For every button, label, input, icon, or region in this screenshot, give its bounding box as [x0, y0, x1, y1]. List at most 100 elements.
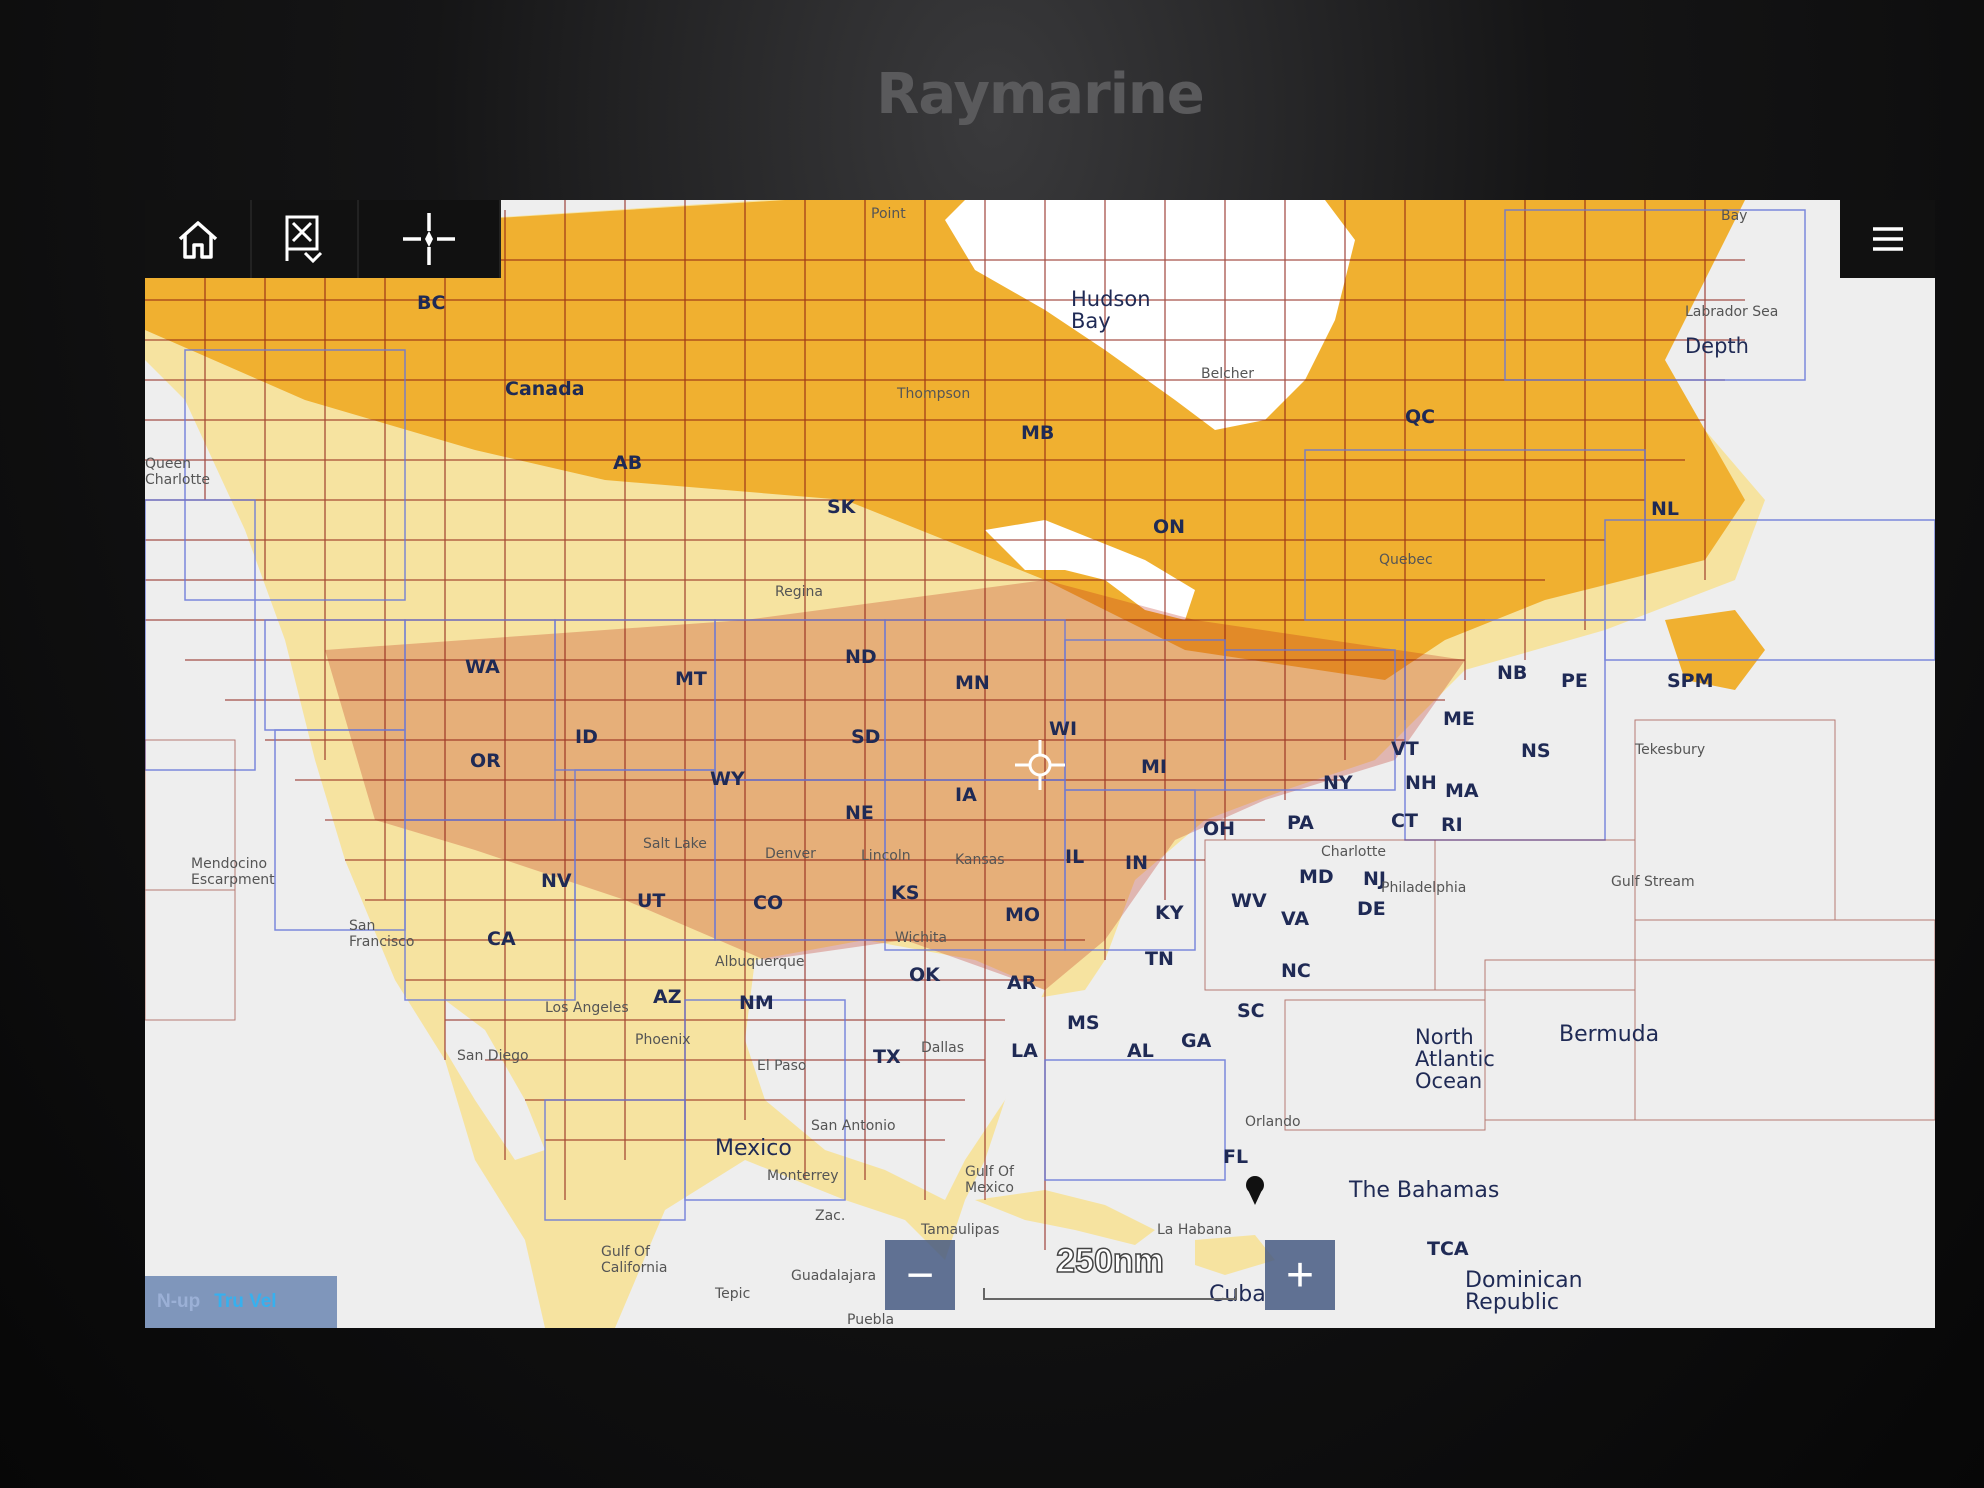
- label-nb: NB: [1497, 662, 1528, 684]
- label-bay: Bay: [1721, 208, 1748, 224]
- menu-button[interactable]: [1840, 200, 1935, 278]
- waypoint-icon: [285, 215, 322, 264]
- label-mi: MI: [1141, 756, 1167, 778]
- label-san-francisco: San Francisco: [349, 918, 415, 950]
- label-ne: NE: [845, 802, 874, 824]
- home-button[interactable]: [145, 200, 252, 278]
- label-orlando: Orlando: [1245, 1114, 1301, 1130]
- label-gulf-stream: Gulf Stream: [1611, 874, 1695, 890]
- label-me: ME: [1443, 708, 1475, 730]
- label-il: IL: [1065, 846, 1085, 868]
- label-wv: WV: [1231, 890, 1267, 912]
- label-ky: KY: [1155, 902, 1184, 924]
- label-gulf-of-california: Gulf Of California: [601, 1244, 668, 1276]
- label-pe: PE: [1561, 670, 1588, 692]
- label-albuquerque: Albuquerque: [715, 954, 805, 970]
- orientation-mode-box[interactable]: N-up Tru Vel: [145, 1276, 337, 1328]
- label-tekesbury: Tekesbury: [1635, 742, 1706, 758]
- label-bc: BC: [417, 292, 446, 314]
- label-point: Point: [871, 206, 906, 222]
- label-tepic: Tepic: [715, 1286, 751, 1302]
- crosshair-icon: [403, 213, 455, 265]
- label-salt-lake: Salt Lake: [643, 836, 707, 852]
- label-ct: CT: [1391, 810, 1418, 832]
- label-on: ON: [1153, 516, 1186, 538]
- label-la: LA: [1011, 1040, 1038, 1062]
- label-dominican-republic: Dominican Republic: [1465, 1268, 1583, 1315]
- label-nh: NH: [1405, 772, 1437, 794]
- label-nc: NC: [1281, 960, 1311, 982]
- label-san-diego: San Diego: [457, 1048, 529, 1064]
- label-fl: FL: [1223, 1146, 1249, 1168]
- label-kansas: Kansas: [955, 852, 1005, 868]
- label-denver: Denver: [765, 846, 816, 862]
- label-qc: QC: [1405, 406, 1436, 428]
- label-al: AL: [1127, 1040, 1154, 1062]
- label-sk: SK: [827, 496, 856, 518]
- menu-icon: [1872, 227, 1903, 251]
- zoom-control: − 250nm +: [885, 1240, 1335, 1310]
- label-az: AZ: [653, 986, 682, 1008]
- label-la-habana: La Habana: [1157, 1222, 1232, 1238]
- label-ms: MS: [1067, 1012, 1100, 1034]
- label-vt: VT: [1391, 738, 1419, 760]
- label-ca: CA: [487, 928, 516, 950]
- label-mt: MT: [675, 668, 707, 690]
- label-bahamas: The Bahamas: [1349, 1178, 1500, 1203]
- home-icon: [178, 221, 217, 259]
- label-nd: ND: [845, 646, 877, 668]
- zoom-out-button[interactable]: −: [885, 1240, 955, 1310]
- label-wi: WI: [1049, 718, 1078, 740]
- label-md: MD: [1299, 866, 1334, 888]
- label-mexico: Mexico: [715, 1136, 792, 1161]
- label-in: IN: [1125, 852, 1148, 874]
- label-ab: AB: [613, 452, 643, 474]
- label-ma: MA: [1445, 780, 1479, 802]
- goto-cursor-button[interactable]: [359, 200, 501, 278]
- label-belcher: Belcher: [1201, 366, 1255, 382]
- label-oh: OH: [1203, 818, 1236, 840]
- label-gulf-of-mexico: Gulf Of Mexico: [965, 1164, 1014, 1196]
- motion-mode: Tru Vel: [214, 1291, 277, 1312]
- brand-logo: Raymarine: [876, 62, 1205, 127]
- label-phoenix: Phoenix: [635, 1032, 691, 1048]
- scale-indicator: 250nm: [955, 1240, 1265, 1310]
- label-regina: Regina: [775, 584, 823, 600]
- top-toolbar: [145, 200, 501, 278]
- orientation-mode: N-up: [157, 1291, 201, 1312]
- label-co: CO: [753, 892, 784, 914]
- label-wa: WA: [465, 656, 500, 678]
- label-mn: MN: [955, 672, 990, 694]
- chart-map[interactable]: [145, 200, 1935, 1328]
- label-tx: TX: [873, 1046, 901, 1068]
- label-guadalajara: Guadalajara: [791, 1268, 877, 1284]
- scale-label: 250nm: [1055, 1241, 1164, 1281]
- label-pa: PA: [1287, 812, 1314, 834]
- label-ks: KS: [891, 882, 920, 904]
- label-ny: NY: [1323, 772, 1353, 794]
- label-quebec: Quebec: [1379, 552, 1433, 568]
- chart-screen[interactable]: BC Canada AB SK MB ON QC NL NB PE NS SPM…: [145, 200, 1935, 1328]
- label-los-angeles: Los Angeles: [545, 1000, 629, 1016]
- label-ar: AR: [1007, 972, 1037, 994]
- label-tamaulipas: Tamaulipas: [921, 1222, 1000, 1238]
- zoom-in-button[interactable]: +: [1265, 1240, 1335, 1310]
- label-north-atlantic: North Atlantic Ocean: [1415, 1025, 1495, 1093]
- label-thompson: Thompson: [897, 386, 971, 402]
- label-bermuda: Bermuda: [1559, 1022, 1660, 1047]
- label-monterrey: Monterrey: [767, 1168, 839, 1184]
- label-ut: UT: [637, 890, 666, 912]
- waypoint-button[interactable]: [252, 200, 359, 278]
- label-san-antonio: San Antonio: [811, 1118, 896, 1134]
- label-mb: MB: [1021, 422, 1055, 444]
- label-depth: Depth: [1685, 334, 1749, 358]
- label-wy: WY: [710, 768, 745, 790]
- label-charlotte: Charlotte: [1321, 844, 1387, 860]
- label-ga: GA: [1181, 1030, 1212, 1052]
- label-va: VA: [1281, 908, 1310, 930]
- label-puebla: Puebla: [847, 1312, 895, 1328]
- label-nl: NL: [1651, 498, 1680, 520]
- label-dallas: Dallas: [921, 1040, 965, 1056]
- label-wichita: Wichita: [895, 930, 947, 946]
- label-id: ID: [575, 726, 598, 748]
